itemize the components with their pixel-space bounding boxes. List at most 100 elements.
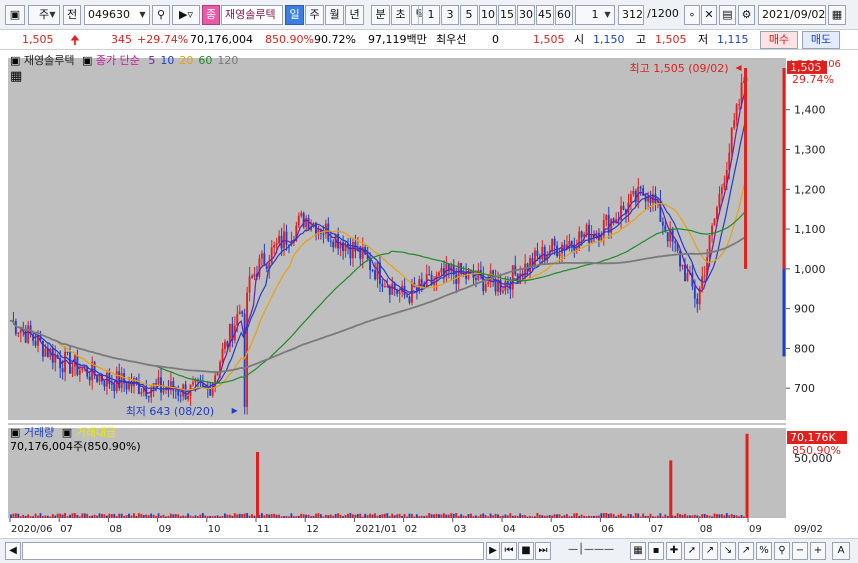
- volume-bar: [280, 516, 283, 518]
- chart-area[interactable]: 700 800 900 1,000 1,100 1,200 1,300 1,400 최고 1,5…: [0, 50, 858, 538]
- zoom-slider-icon[interactable]: —│———: [556, 542, 626, 560]
- period-button-0[interactable]: 일: [285, 5, 304, 25]
- volume-bar: [135, 515, 138, 518]
- draw-line-icon[interactable]: ▪: [648, 542, 664, 560]
- settings-icon[interactable]: ⚙: [738, 5, 755, 25]
- interval-button-5[interactable]: 30: [517, 5, 535, 25]
- interval-button-6[interactable]: 45: [536, 5, 554, 25]
- crosshair-toggle-icon[interactable]: ✕: [701, 5, 717, 25]
- trend-down-icon[interactable]: ↘: [720, 542, 736, 560]
- calendar-icon[interactable]: ▦: [828, 5, 846, 25]
- volume-bar: [593, 515, 595, 518]
- zoom-out-button[interactable]: −: [792, 542, 808, 560]
- candle-body: [607, 215, 610, 233]
- sell-button[interactable]: 매도: [802, 31, 840, 49]
- scroll-left-icon[interactable]: ◀: [5, 542, 21, 560]
- volume-bar: [590, 516, 593, 518]
- interval-button-4[interactable]: 15: [498, 5, 516, 25]
- step-forward-icon[interactable]: ⏭: [535, 542, 551, 560]
- volume-bar: [155, 516, 157, 518]
- chart-type-icon[interactable]: ∘: [684, 5, 700, 25]
- candle-body: [553, 238, 556, 246]
- candle-body: [17, 332, 20, 334]
- stop-icon[interactable]: ■: [518, 542, 534, 560]
- period-button-4[interactable]: 분: [371, 5, 390, 25]
- count-input[interactable]: 312: [618, 5, 644, 25]
- volume-bar: [214, 515, 217, 518]
- volume-bar: [278, 514, 280, 518]
- interval-select[interactable]: 1 ▼: [575, 5, 615, 25]
- volume-bar: [98, 513, 101, 518]
- trend-up-icon[interactable]: ↗: [702, 542, 718, 560]
- volume-bar: [10, 514, 12, 518]
- volume-bar: [575, 513, 578, 518]
- interval-button-7[interactable]: 60: [555, 5, 573, 25]
- volume-bar: [565, 513, 568, 518]
- volume-bar: [125, 515, 128, 518]
- date-tick-label: 11: [257, 524, 270, 535]
- volume-bar: [585, 516, 588, 518]
- volume-bar: [713, 513, 716, 518]
- candle-body: [563, 244, 566, 250]
- period-button-1[interactable]: 주: [305, 5, 324, 25]
- volume-bar: [556, 514, 558, 518]
- volume-bar: [265, 514, 268, 518]
- market-select[interactable]: 주 ▼: [28, 5, 60, 25]
- volume-bar: [379, 514, 381, 518]
- volume-bar: [723, 515, 726, 518]
- window-icon[interactable]: ▣: [5, 5, 25, 25]
- volume-bar: [187, 513, 189, 518]
- price-tick-label: 1,000: [794, 263, 826, 276]
- scroll-right-icon[interactable]: ▶: [486, 542, 500, 560]
- volume-bar: [479, 514, 482, 518]
- chart-scrollbar[interactable]: [22, 542, 484, 560]
- interval-button-2[interactable]: 5: [460, 5, 478, 25]
- bottom-toolbar: ◀ ▶ ⏮ ■ ⏭ —│——— ▦ ▪ ✚ ➚ ↗ ↘ ↗ % ⚲ − + A: [0, 538, 858, 563]
- speaker-icon[interactable]: ▶▿: [172, 5, 200, 25]
- search-zoom-icon[interactable]: ⚲: [774, 542, 790, 560]
- period-button-2[interactable]: 월: [325, 5, 344, 25]
- crosshair-icon[interactable]: ✚: [666, 542, 682, 560]
- date-tick-label: 10: [208, 524, 221, 535]
- period-icon[interactable]: ▦: [630, 542, 646, 560]
- volume-bar: [654, 516, 657, 518]
- candle-body: [445, 263, 448, 276]
- price-chart[interactable]: 700 800 900 1,000 1,100 1,200 1,300 1,400 최고 1,5…: [0, 50, 858, 538]
- volume-bar: [27, 514, 30, 518]
- zoom-in-button[interactable]: +: [810, 542, 826, 560]
- price-change-pct: +29.74%: [137, 33, 189, 46]
- text-size-button[interactable]: A: [832, 542, 850, 560]
- view-toggle[interactable]: 전: [63, 5, 81, 25]
- buy-button[interactable]: 매수: [760, 31, 798, 49]
- save-icon[interactable]: ▤: [719, 5, 736, 25]
- period-button-5[interactable]: 초: [391, 5, 410, 25]
- candle-body: [723, 182, 726, 188]
- volume-bar: [442, 513, 445, 518]
- date-axis-right-label: 09/02: [794, 524, 823, 535]
- candle-body: [179, 395, 182, 397]
- volume-bar: [160, 515, 162, 518]
- step-back-icon[interactable]: ⏮: [501, 542, 517, 560]
- percent-icon[interactable]: %: [756, 542, 772, 560]
- volume-bar: [118, 513, 121, 518]
- magnifier-icon[interactable]: ⚲: [152, 5, 170, 25]
- grid-icon[interactable]: ▦: [10, 70, 22, 84]
- date-tick-label: 09: [159, 524, 172, 535]
- candle-body: [718, 193, 721, 208]
- volume-bar: [44, 515, 47, 518]
- stock-code-input[interactable]: 049630 ▼: [84, 5, 150, 25]
- date-input[interactable]: 2021/09/02: [758, 5, 826, 25]
- interval-button-3[interactable]: 10: [479, 5, 497, 25]
- period-button-3[interactable]: 년: [345, 5, 364, 25]
- quote-info-row: 1,505 🠉 345 +29.74% 70,176,004 850.90% 9…: [0, 30, 858, 50]
- volume-bar: [561, 516, 563, 518]
- volume-bar: [676, 513, 679, 518]
- volume-bar: [86, 513, 89, 518]
- interval-button-0[interactable]: 1: [422, 5, 440, 25]
- interval-button-1[interactable]: 3: [441, 5, 459, 25]
- trend-icon[interactable]: ➚: [684, 542, 700, 560]
- trend-alt-icon[interactable]: ↗: [738, 542, 754, 560]
- low-label: 저: [698, 33, 709, 46]
- stock-name[interactable]: 재영솔루텍: [221, 5, 283, 25]
- volume-bar: [179, 516, 182, 518]
